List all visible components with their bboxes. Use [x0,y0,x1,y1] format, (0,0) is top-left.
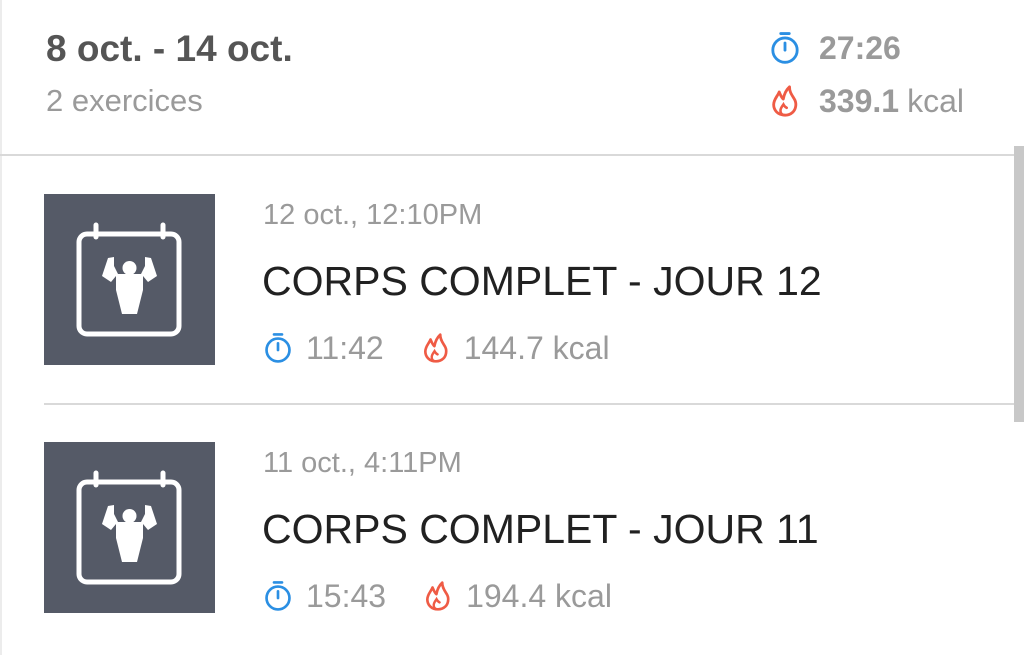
calories-unit: kcal [907,82,964,119]
workout-duration: 11:42 [306,329,384,366]
calendar-bodybuilder-icon [76,222,182,337]
stopwatch-icon [771,32,799,64]
workout-stats: 15:43 194.4 kcal [262,576,612,616]
workout-stats: 11:42 144.7 kcal [262,328,610,368]
total-calories-value: 339.1 [819,82,900,119]
flame-icon [772,85,798,117]
summary-calories: 339.1 kcal [768,81,964,121]
workout-datetime: 11 oct., 4:11PM [263,447,462,479]
workout-datetime: 12 oct., 12:10PM [263,199,483,231]
workout-thumbnail [44,194,215,365]
workout-calories: 144.7 kcal [463,329,610,366]
total-duration-value: 27:26 [819,29,901,66]
workout-title: CORPS COMPLET - JOUR 11 [262,506,819,552]
workout-thumbnail [44,442,215,613]
workout-calories: 194.4 kcal [466,577,612,614]
calendar-bodybuilder-icon [76,470,182,585]
workout-duration: 15:43 [306,577,387,614]
flame-icon [426,581,450,611]
workout-title: CORPS COMPLET - JOUR 12 [262,258,822,304]
stopwatch-icon [265,581,291,611]
workout-history-screen: 8 oct. - 14 oct. 2 exercices 27:26 339.1… [0,0,1024,655]
flame-icon [423,333,448,363]
weekly-summary[interactable]: 8 oct. - 14 oct. 2 exercices 27:26 339.1… [0,0,1024,155]
week-date-range: 8 oct. - 14 oct. [46,28,293,69]
workout-row[interactable]: 12 oct., 12:10PM CORPS COMPLET - JOUR 12… [0,156,1014,404]
exercise-count: 2 exercices [46,83,203,118]
workout-row[interactable]: 11 oct., 4:11PM CORPS COMPLET - JOUR 11 … [0,405,1014,653]
summary-duration: 27:26 [768,28,901,68]
stopwatch-icon [265,333,291,363]
scrollbar[interactable] [1014,146,1024,422]
